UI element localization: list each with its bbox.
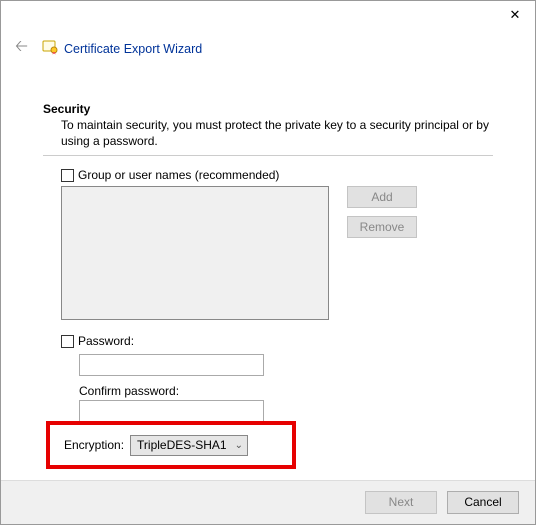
close-button[interactable]: ✕ [505,7,525,23]
password-label: Password: [78,334,134,348]
encryption-highlight-box: Encryption: TripleDES-SHA1 ⌄ [46,421,296,469]
titlebar: ✕ [1,1,535,33]
certificate-icon [42,39,58,58]
header: 🡠 Certificate Export Wizard [1,33,535,72]
password-checkbox[interactable] [61,335,74,348]
add-button[interactable]: Add [347,186,417,208]
password-input[interactable] [79,354,264,376]
remove-button[interactable]: Remove [347,216,417,238]
group-label: Group or user names (recommended) [78,168,279,182]
section-heading: Security [43,102,493,116]
encryption-label: Encryption: [58,438,124,452]
cancel-button[interactable]: Cancel [447,491,519,514]
encryption-select[interactable]: TripleDES-SHA1 ⌄ [130,435,248,456]
confirm-password-label: Confirm password: [79,384,493,398]
confirm-password-input[interactable] [79,400,264,422]
divider [43,155,493,156]
content-area: Security To maintain security, you must … [1,72,535,430]
back-arrow-icon[interactable]: 🡠 [15,35,28,62]
wizard-title: Certificate Export Wizard [64,42,202,56]
next-button[interactable]: Next [365,491,437,514]
group-checkbox[interactable] [61,169,74,182]
footer: Next Cancel [1,480,535,524]
section-description: To maintain security, you must protect t… [43,118,493,155]
encryption-value: TripleDES-SHA1 [137,438,227,452]
chevron-down-icon: ⌄ [235,440,243,451]
group-listbox[interactable] [61,186,329,320]
